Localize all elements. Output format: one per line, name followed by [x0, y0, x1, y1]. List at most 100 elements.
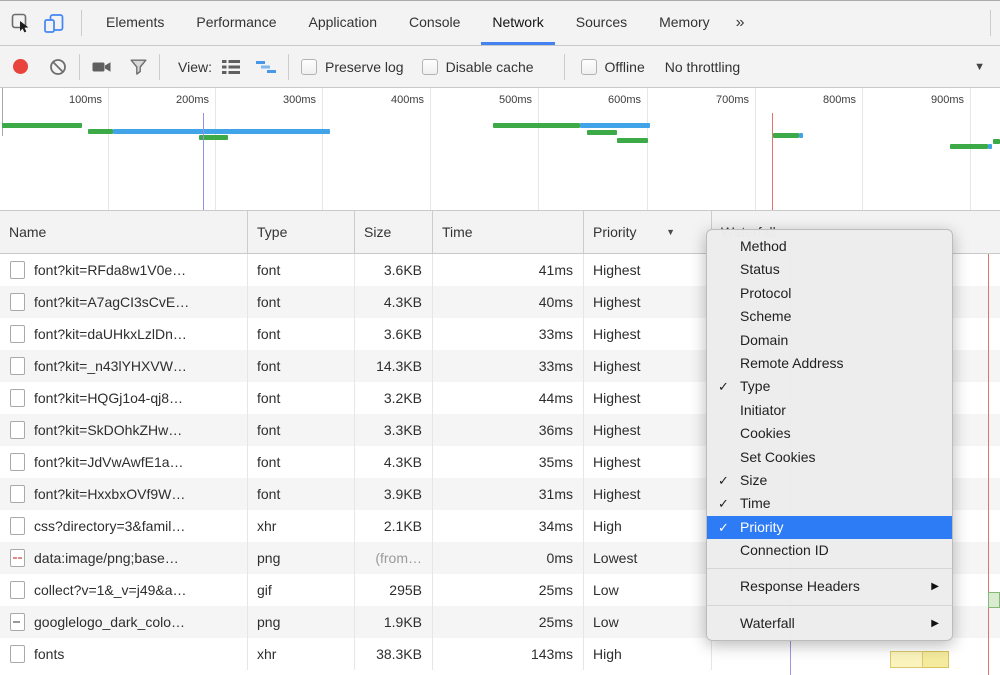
menu-item-set-cookies[interactable]: Set Cookies [707, 446, 952, 469]
menu-item-initiator[interactable]: Initiator [707, 399, 952, 422]
throttling-select[interactable]: No throttling [665, 59, 740, 75]
waterfall-bar-green [988, 592, 1000, 608]
menu-item-cookies[interactable]: Cookies [707, 422, 952, 445]
request-name: data:image/png;base… [34, 550, 179, 566]
request-name-cell: font?kit=A7agCI3sCvE… [0, 286, 248, 318]
tab-elements[interactable]: Elements [90, 1, 180, 45]
menu-item-type[interactable]: ✓Type [707, 375, 952, 398]
menu-item-label: Response Headers [740, 578, 860, 594]
tab-console[interactable]: Console [393, 1, 476, 45]
request-size-cell: 3.2KB [355, 382, 433, 414]
load-event-line [988, 254, 989, 675]
capture-screenshots-icon[interactable] [92, 60, 112, 74]
toggle-device-toolbar-icon[interactable] [43, 11, 67, 35]
request-priority-cell: Highest [584, 446, 712, 478]
request-size-cell: 295B [355, 574, 433, 606]
menu-item-priority[interactable]: ✓Priority [707, 516, 952, 539]
menu-item-label: Waterfall [740, 615, 795, 631]
menu-item-label: Priority [740, 519, 784, 535]
overview-request-bar [2, 123, 82, 128]
menu-item-method[interactable]: Method [707, 235, 952, 258]
record-button[interactable] [13, 59, 28, 74]
column-header-time[interactable]: Time [433, 211, 584, 253]
menu-item-domain[interactable]: Domain [707, 329, 952, 352]
preserve-log-checkbox-group[interactable]: Preserve log [301, 59, 404, 75]
file-type-icon [10, 645, 25, 663]
overview-tick-label: 600ms [561, 94, 641, 106]
column-header-priority[interactable]: Priority▼ [584, 211, 712, 253]
menu-item-response-headers[interactable]: Response Headers▶ [707, 575, 952, 598]
menu-item-connection-id[interactable]: Connection ID [707, 539, 952, 562]
overview-purple-marker [203, 113, 204, 210]
chevron-down-icon[interactable]: ▼ [974, 61, 985, 73]
waterfall-bar-yellow [890, 651, 949, 668]
menu-item-scheme[interactable]: Scheme [707, 305, 952, 328]
overview-tick-label: 200ms [129, 94, 209, 106]
column-header-label: Time [442, 224, 473, 240]
file-type-icon [10, 261, 25, 279]
offline-checkbox[interactable] [581, 59, 597, 75]
column-header-label: Type [257, 224, 287, 240]
overview-request-bar [773, 133, 799, 138]
tabbar-divider [81, 10, 82, 36]
request-name-cell: font?kit=HQGj1o4-qj8… [0, 382, 248, 414]
submenu-arrow-icon: ▶ [931, 612, 939, 635]
overview-red-marker [772, 113, 773, 210]
menu-separator [707, 605, 952, 606]
request-time-cell: 33ms [433, 318, 584, 350]
preserve-log-label: Preserve log [325, 59, 404, 75]
overview-tick-label: 700ms [669, 94, 749, 106]
tab-memory[interactable]: Memory [643, 1, 726, 45]
request-name: font?kit=RFda8w1V0e… [34, 262, 186, 278]
column-header-type[interactable]: Type [248, 211, 355, 253]
network-overview-timeline[interactable]: 100ms200ms300ms400ms500ms600ms700ms800ms… [0, 88, 1000, 211]
tab-network[interactable]: Network [476, 1, 559, 45]
request-name: font?kit=SkDOhkZHw… [34, 422, 182, 438]
request-priority-cell: Low [584, 606, 712, 638]
tab-performance[interactable]: Performance [180, 1, 292, 45]
request-name: css?directory=3&famil… [34, 518, 185, 534]
inspect-element-icon[interactable] [9, 11, 33, 35]
request-type-cell: font [248, 382, 355, 414]
tab-sources[interactable]: Sources [560, 1, 643, 45]
menu-item-remote-address[interactable]: Remote Address [707, 352, 952, 375]
toolbar-divider [288, 54, 289, 80]
disable-cache-checkbox-group[interactable]: Disable cache [422, 59, 534, 75]
menu-item-protocol[interactable]: Protocol [707, 282, 952, 305]
clear-icon[interactable] [49, 58, 67, 76]
column-header-size[interactable]: Size [355, 211, 433, 253]
tab-application[interactable]: Application [293, 1, 394, 45]
request-row-fonts[interactable]: fontsxhr38.3KB143msHigh [0, 638, 1000, 670]
list-view-icon[interactable] [222, 59, 240, 75]
request-priority-cell: High [584, 510, 712, 542]
column-header-name[interactable]: Name [0, 211, 248, 253]
menu-item-waterfall[interactable]: Waterfall ▶ [707, 612, 952, 635]
overview-gridline [322, 88, 323, 210]
request-type-cell: font [248, 414, 355, 446]
devtools-window: ElementsPerformanceApplicationConsoleNet… [0, 0, 1000, 675]
request-type-cell: font [248, 478, 355, 510]
offline-checkbox-group[interactable]: Offline [581, 59, 645, 75]
request-time-cell: 33ms [433, 350, 584, 382]
filter-icon[interactable] [130, 59, 147, 75]
request-priority-cell: Low [584, 574, 712, 606]
more-tabs-chevron[interactable]: » [726, 14, 755, 32]
request-name-cell: data:image/png;base… [0, 542, 248, 574]
overview-request-bar [113, 129, 330, 134]
request-type-cell: png [248, 606, 355, 638]
panel-tabs: ElementsPerformanceApplicationConsoleNet… [90, 1, 726, 45]
menu-item-status[interactable]: Status [707, 258, 952, 281]
preserve-log-checkbox[interactable] [301, 59, 317, 75]
menu-item-time[interactable]: ✓Time [707, 492, 952, 515]
disable-cache-label: Disable cache [446, 59, 534, 75]
menu-item-label: Status [740, 261, 780, 277]
toolbar-divider [564, 54, 565, 80]
request-size-cell: 14.3KB [355, 350, 433, 382]
waterfall-view-icon[interactable] [256, 59, 276, 75]
request-size-cell: (from… [355, 542, 433, 574]
request-time-cell: 40ms [433, 286, 584, 318]
toolbar-divider [79, 54, 80, 80]
menu-item-size[interactable]: ✓Size [707, 469, 952, 492]
request-name: font?kit=A7agCI3sCvE… [34, 294, 189, 310]
disable-cache-checkbox[interactable] [422, 59, 438, 75]
